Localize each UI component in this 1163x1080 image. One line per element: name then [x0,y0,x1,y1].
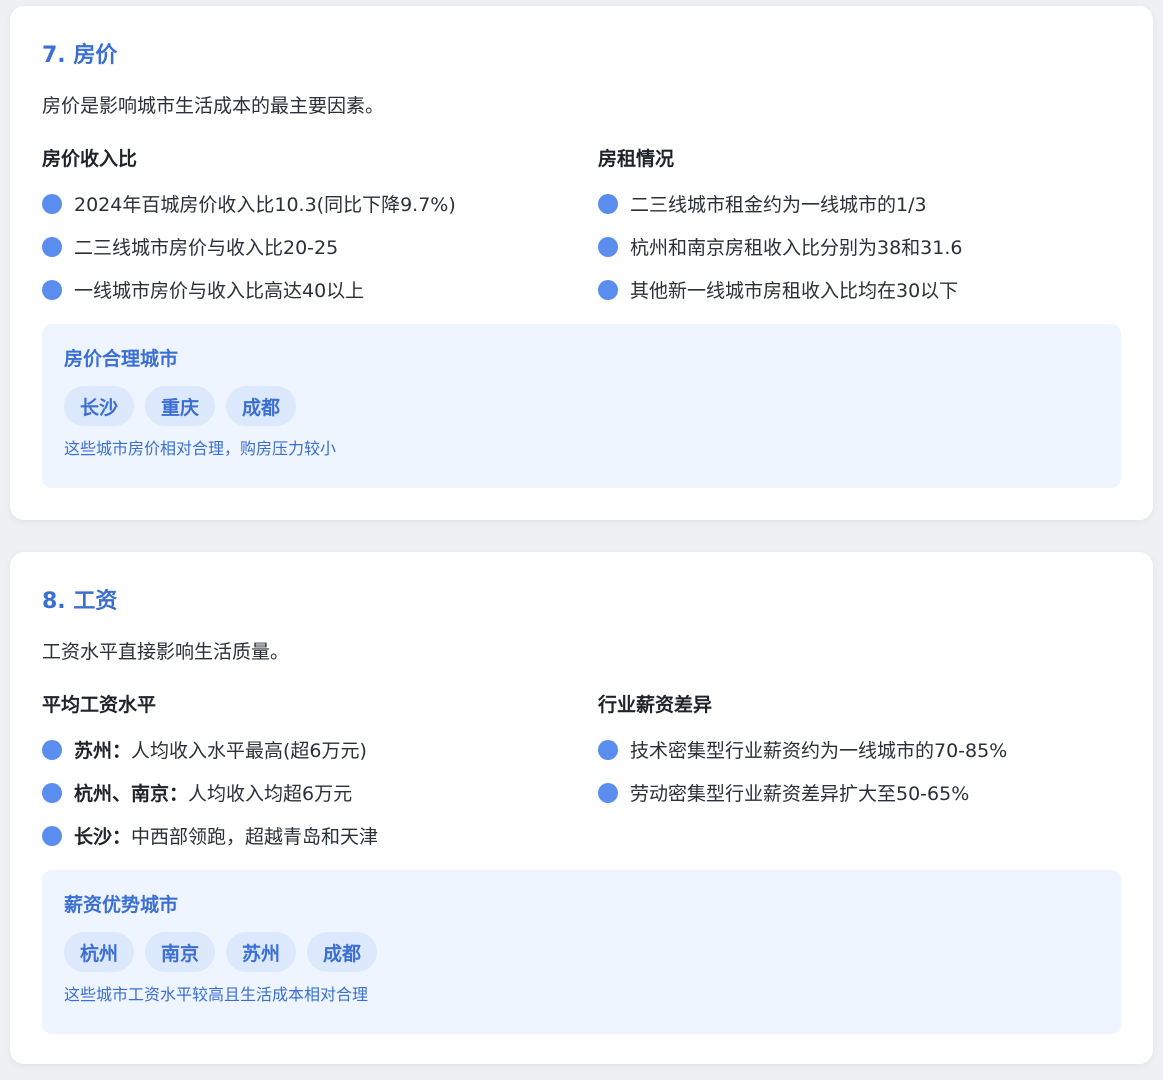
bullet-dot-icon [42,825,62,846]
bullet-dot-icon [42,193,62,214]
highlight-note: 这些城市工资水平较高且生活成本相对合理 [64,985,369,1004]
list-item: 一线城市房价与收入比高达40以上 [42,268,562,311]
column-title: 房价收入比 [42,148,138,170]
city-tag-row: 长沙 重庆 成都 [64,386,1099,426]
column-industry-wage-gap: 行业薪资差异 技术密集型行业薪资约为一线城市的70-85% 劳动密集型行业薪资差… [598,692,1118,814]
bullet-dot-icon [42,236,62,257]
city-tag: 重庆 [145,386,216,426]
highlight-box: 薪资优势城市 杭州 南京 苏州 成都 这些城市工资水平较高且生活成本相对合理 [42,870,1121,1034]
city-tag: 南京 [145,932,216,972]
list-item-key: 长沙： [74,826,132,848]
section-title: 8. 工资 [42,589,118,614]
highlight-title: 薪资优势城市 [64,894,179,916]
column-rent: 房租情况 二三线城市租金约为一线城市的1/3 杭州和南京房租收入比分别为38和3… [598,146,1118,311]
list-item-key: 杭州、南京： [74,783,189,805]
list-item: 杭州、南京： 人均收入均超6万元 [42,771,562,814]
section-card-housing: 7. 房价 房价是影响城市生活成本的最主要因素。 房价收入比 2024年百城房价… [10,6,1153,520]
bullet-list: 2024年百城房价收入比10.3(同比下降9.7%) 二三线城市房价与收入比20… [42,182,562,311]
column-title: 平均工资水平 [42,694,157,716]
bullet-dot-icon [598,279,618,300]
column-title: 行业薪资差异 [598,694,713,716]
list-item: 2024年百城房价收入比10.3(同比下降9.7%) [42,182,562,225]
bullet-dot-icon [598,782,618,803]
bullet-list: 技术密集型行业薪资约为一线城市的70-85% 劳动密集型行业薪资差异扩大至50-… [598,728,1118,814]
list-item-text: 二三线城市房价与收入比20-25 [74,237,339,259]
bullet-list: 苏州： 人均收入水平最高(超6万元) 杭州、南京： 人均收入均超6万元 长沙： … [42,728,562,857]
bullet-dot-icon [42,739,62,760]
list-item: 劳动密集型行业薪资差异扩大至50-65% [598,771,1118,814]
bullet-list: 二三线城市租金约为一线城市的1/3 杭州和南京房租收入比分别为38和31.6 其… [598,182,1118,311]
section-description: 房价是影响城市生活成本的最主要因素。 [42,95,385,117]
bullet-dot-icon [598,739,618,760]
list-item: 杭州和南京房租收入比分别为38和31.6 [598,225,1118,268]
bullet-dot-icon [598,236,618,257]
list-item-text: 中西部领跑，超越青岛和天津 [131,826,379,848]
city-tag-row: 杭州 南京 苏州 成都 [64,932,1099,972]
list-item: 其他新一线城市房租收入比均在30以下 [598,268,1118,311]
column-price-income-ratio: 房价收入比 2024年百城房价收入比10.3(同比下降9.7%) 二三线城市房价… [42,146,562,311]
column-average-wage: 平均工资水平 苏州： 人均收入水平最高(超6万元) 杭州、南京： 人均收入均超6… [42,692,562,857]
list-item-text: 劳动密集型行业薪资差异扩大至50-65% [630,783,970,805]
list-item: 长沙： 中西部领跑，超越青岛和天津 [42,814,562,857]
list-item: 苏州： 人均收入水平最高(超6万元) [42,728,562,771]
highlight-note: 这些城市房价相对合理，购房压力较小 [64,439,337,458]
city-tag: 苏州 [226,932,297,972]
highlight-box: 房价合理城市 长沙 重庆 成都 这些城市房价相对合理，购房压力较小 [42,324,1121,488]
list-item: 技术密集型行业薪资约为一线城市的70-85% [598,728,1118,771]
list-item-text: 人均收入水平最高(超6万元) [131,740,367,762]
city-tag: 杭州 [64,932,135,972]
section-description: 工资水平直接影响生活质量。 [42,641,290,663]
list-item-key: 苏州： [74,740,132,762]
list-item-text: 一线城市房价与收入比高达40以上 [74,280,365,302]
bullet-dot-icon [42,279,62,300]
list-item-text: 人均收入均超6万元 [188,783,353,805]
list-item-text: 其他新一线城市房租收入比均在30以下 [630,280,959,302]
city-tag: 成都 [226,386,297,426]
section-card-wages: 8. 工资 工资水平直接影响生活质量。 平均工资水平 苏州： 人均收入水平最高(… [10,552,1153,1064]
list-item: 二三线城市房价与收入比20-25 [42,225,562,268]
bullet-dot-icon [42,782,62,803]
list-item-text: 杭州和南京房租收入比分别为38和31.6 [630,237,963,259]
city-tag: 成都 [307,932,378,972]
bullet-dot-icon [598,193,618,214]
highlight-title: 房价合理城市 [64,348,179,370]
column-title: 房租情况 [598,148,675,170]
list-item-text: 2024年百城房价收入比10.3(同比下降9.7%) [74,194,456,216]
city-tag: 长沙 [64,386,135,426]
list-item-text: 二三线城市租金约为一线城市的1/3 [630,194,927,216]
list-item: 二三线城市租金约为一线城市的1/3 [598,182,1118,225]
list-item-text: 技术密集型行业薪资约为一线城市的70-85% [630,740,1008,762]
section-title: 7. 房价 [42,43,118,68]
